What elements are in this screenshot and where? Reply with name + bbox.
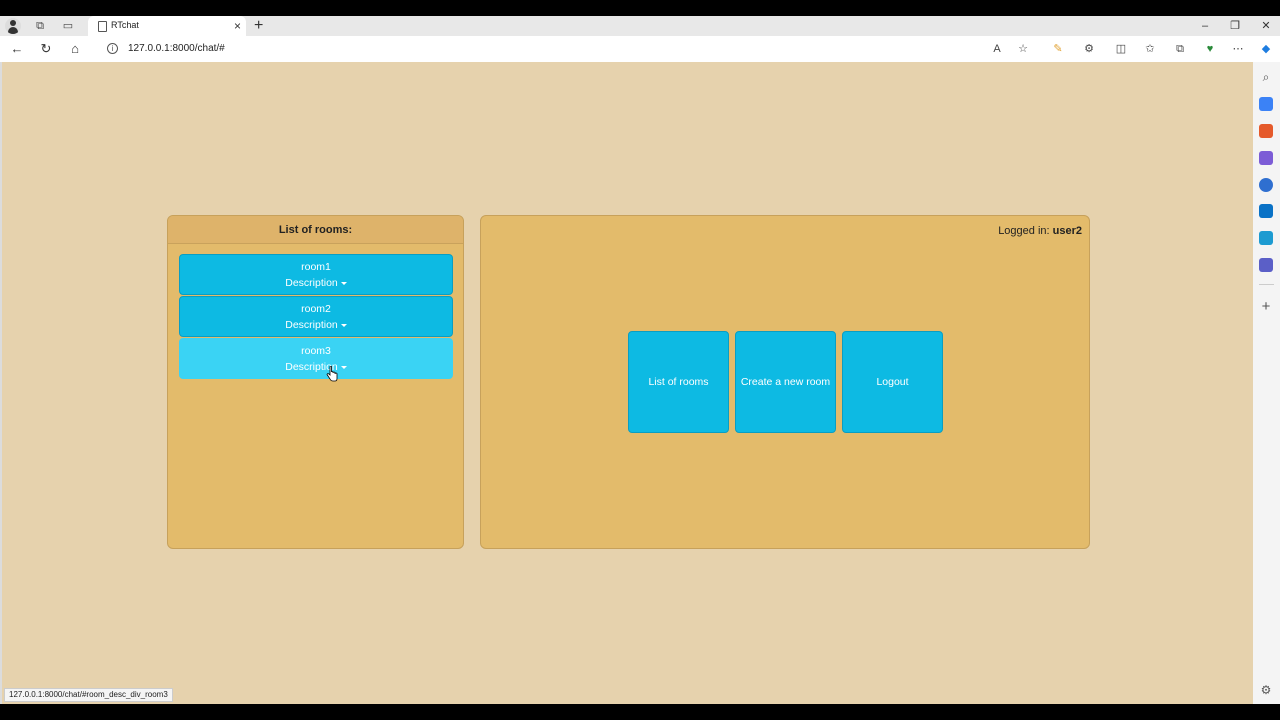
extension-icon[interactable]: ✎ [1050, 41, 1066, 57]
games-icon[interactable] [1259, 151, 1273, 165]
rooms-panel: List of rooms: room1 Description room2 D… [167, 215, 464, 549]
room-item-room2[interactable]: room2 Description [179, 296, 453, 337]
tab-strip: ⧉ ▭ RTchat × + – ❐ ✕ [0, 16, 1280, 36]
room-name[interactable]: room1 [180, 261, 452, 273]
page-icon [98, 21, 107, 32]
caret-down-icon [340, 323, 347, 327]
room-item-room1[interactable]: room1 Description [179, 254, 453, 295]
new-tab-button[interactable]: + [254, 17, 263, 35]
bottom-letterbox [0, 704, 1280, 720]
back-icon[interactable]: ← [8, 40, 26, 58]
shopping-icon[interactable] [1259, 97, 1273, 111]
more-icon[interactable]: ⋯ [1230, 41, 1246, 57]
room-name[interactable]: room2 [180, 303, 452, 315]
tools-icon[interactable] [1259, 124, 1273, 138]
username: user2 [1052, 225, 1082, 237]
logout-button[interactable]: Logout [842, 331, 943, 433]
extensions-icon[interactable]: ⚙ [1081, 41, 1097, 57]
caret-down-icon [340, 365, 347, 369]
logged-in-label: Logged in: [998, 225, 1050, 237]
room-name[interactable]: room3 [180, 345, 452, 357]
collections-icon[interactable]: ⧉ [1172, 41, 1188, 57]
logged-in-status: Logged in: user2 [998, 225, 1082, 237]
sidebar-divider [1259, 284, 1274, 285]
info-icon[interactable]: i [107, 43, 118, 54]
settings-icon[interactable]: ⚙ [1258, 682, 1274, 698]
status-bar-url: 127.0.0.1:8000/chat/#room_desc_div_room3 [4, 688, 173, 702]
tab-rtchat[interactable]: RTchat × [88, 16, 246, 36]
list-rooms-button[interactable]: List of rooms [628, 331, 729, 433]
tab-title: RTchat [111, 20, 139, 30]
favorite-star-icon[interactable]: ☆ [1015, 41, 1031, 57]
tab-actions-icon[interactable]: ▭ [60, 18, 76, 34]
create-room-button[interactable]: Create a new room [735, 331, 836, 433]
screen: ⧉ ▭ RTchat × + – ❐ ✕ ← ↻ ⌂ i 127.0.0.1:8… [0, 0, 1280, 720]
url-text[interactable]: 127.0.0.1:8000/chat/# [128, 43, 225, 54]
workspaces-icon[interactable]: ⧉ [32, 18, 48, 34]
browser-essentials-icon[interactable]: ♥ [1202, 41, 1218, 57]
room-description-toggle[interactable]: Description [180, 319, 452, 331]
favorites-icon[interactable]: ✩ [1142, 41, 1158, 57]
room-item-room3[interactable]: room3 Description [179, 338, 453, 379]
main-panel: Logged in: user2 List of rooms Create a … [480, 215, 1090, 549]
split-screen-icon[interactable]: ◫ [1113, 41, 1129, 57]
rooms-panel-header: List of rooms: [168, 216, 463, 244]
drop-icon[interactable] [1259, 231, 1273, 245]
room-description-toggle[interactable]: Description [180, 361, 452, 373]
home-icon[interactable]: ⌂ [66, 40, 84, 58]
caret-down-icon [340, 281, 347, 285]
address-bar[interactable]: i 127.0.0.1:8000/chat/# [96, 39, 1038, 59]
minimize-button[interactable]: – [1193, 18, 1217, 34]
close-window-button[interactable]: ✕ [1254, 18, 1278, 34]
room-description-label[interactable]: Description [285, 319, 338, 331]
tab-close-icon[interactable]: × [234, 18, 241, 34]
microsoft-365-icon[interactable] [1259, 178, 1273, 192]
teams-icon[interactable] [1259, 258, 1273, 272]
page-viewport: List of rooms: room1 Description room2 D… [0, 62, 1253, 704]
copilot-icon[interactable]: ◆ [1258, 41, 1274, 57]
hand-cursor-icon [326, 366, 338, 382]
room-description-label[interactable]: Description [285, 277, 338, 289]
add-icon[interactable]: + [1258, 299, 1274, 315]
read-aloud-icon[interactable]: A [989, 41, 1005, 57]
restore-button[interactable]: ❐ [1223, 18, 1247, 34]
search-icon[interactable]: ⌕ [1258, 69, 1274, 85]
outlook-icon[interactable] [1259, 204, 1273, 218]
browser-toolbar: ← ↻ ⌂ i 127.0.0.1:8000/chat/# A ☆ ✎ ⚙ ◫ … [0, 36, 1280, 62]
edge-sidebar: ⌕ + ⚙ [1253, 62, 1280, 704]
room-description-toggle[interactable]: Description [180, 277, 452, 289]
profile-icon[interactable] [5, 18, 21, 34]
refresh-icon[interactable]: ↻ [37, 40, 55, 58]
